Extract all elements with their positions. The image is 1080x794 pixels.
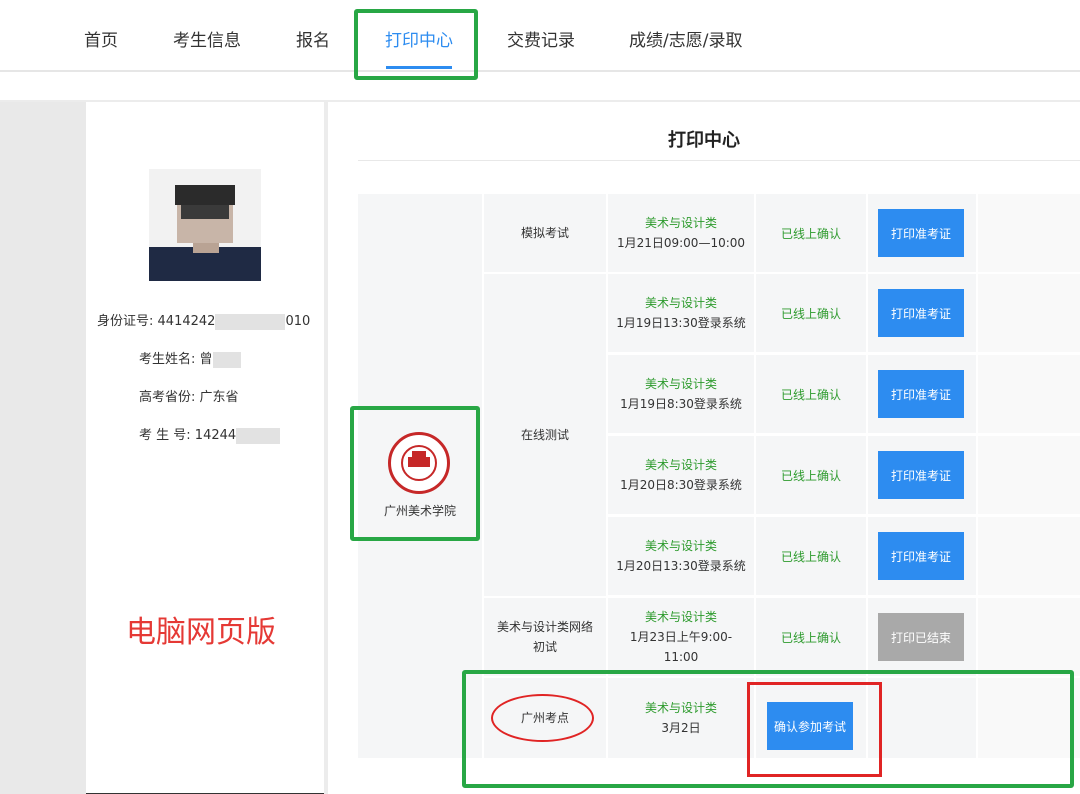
id-number-row: 身份证号: 4414242 010	[97, 310, 310, 330]
profile-panel: 身份证号: 4414242 010 考生姓名: 曾 高考省份: 广东省 考 生 号…	[86, 102, 324, 782]
schedule-cell: 美术与设计类 1月19日8:30登录系统	[608, 355, 754, 433]
empty-cell	[978, 517, 1080, 595]
exam-category: 美术与设计类	[644, 458, 717, 472]
status-cell: 已线上确认	[756, 355, 866, 433]
exam-number-row: 考 生 号: 14244	[139, 424, 281, 444]
empty-cell	[978, 194, 1080, 272]
annotation-box-confirm-button	[747, 682, 882, 777]
empty-cell	[978, 598, 1080, 676]
status-cell: 已线上确认	[756, 436, 866, 514]
status-badge: 已线上确认	[780, 468, 841, 483]
annotation-box-college	[350, 406, 480, 541]
schedule-cell: 美术与设计类 1月21日09:00—10:00	[608, 194, 754, 272]
status-cell: 已线上确认	[756, 194, 866, 272]
status-badge: 已线上确认	[780, 549, 841, 564]
annotation-ellipse-exam-site	[491, 694, 594, 742]
redaction-mask	[236, 427, 281, 444]
exam-type-cell: 模拟考试	[484, 194, 606, 272]
name-label: 考生姓名:	[139, 352, 196, 367]
id-number-suffix: 010	[285, 314, 311, 329]
exam-time: 1月19日13:30登录系统	[616, 316, 746, 330]
exam-category: 美术与设计类	[644, 377, 717, 391]
status-badge: 已线上确认	[780, 387, 841, 402]
exam-category: 美术与设计类	[644, 296, 717, 310]
schedule-cell: 美术与设计类 1月20日13:30登录系统	[608, 517, 754, 595]
header-band	[0, 72, 1080, 102]
exam-number-label: 考 生 号:	[139, 428, 191, 443]
nav-scores-admission[interactable]: 成绩/志愿/录取	[629, 26, 742, 51]
id-number-prefix: 4414242	[157, 314, 216, 329]
id-number-label: 身份证号:	[97, 314, 154, 329]
exam-category: 美术与设计类	[644, 610, 717, 624]
exam-category: 美术与设计类	[644, 216, 717, 230]
exam-time: 1月20日8:30登录系统	[620, 478, 742, 492]
schedule-cell: 美术与设计类 1月19日13:30登录系统	[608, 274, 754, 352]
exam-time: 1月21日09:00—10:00	[616, 236, 746, 250]
status-badge: 已线上确认	[780, 306, 841, 321]
print-admission-ticket-button[interactable]: 打印准考证	[878, 451, 964, 499]
exam-type: 模拟考试	[520, 226, 569, 240]
empty-cell	[978, 436, 1080, 514]
title-divider	[358, 160, 1080, 161]
province-value: 广东省	[199, 390, 239, 405]
print-ended-button: 打印已结束	[878, 613, 964, 661]
exam-type: 在线测试	[520, 428, 569, 442]
exam-time: 1月20日13:30登录系统	[616, 559, 746, 573]
status-badge: 已线上确认	[780, 630, 841, 645]
status-badge: 已线上确认	[780, 226, 841, 241]
exam-type-cell: 在线测试	[484, 274, 606, 596]
nav-registration[interactable]: 报名	[296, 26, 330, 51]
status-cell: 已线上确认	[756, 517, 866, 595]
status-cell: 已线上确认	[756, 274, 866, 352]
empty-cell	[978, 274, 1080, 352]
name-row: 考生姓名: 曾	[139, 348, 241, 368]
exam-time: 1月19日8:30登录系统	[620, 397, 742, 411]
print-admission-ticket-button[interactable]: 打印准考证	[878, 209, 964, 257]
print-admission-ticket-button[interactable]: 打印准考证	[878, 370, 964, 418]
status-cell: 已线上确认	[756, 598, 866, 676]
left-gutter	[0, 102, 86, 794]
name-value: 曾	[199, 352, 213, 367]
nav-home[interactable]: 首页	[84, 26, 118, 51]
avatar	[149, 169, 261, 281]
redaction-mask	[212, 351, 241, 368]
schedule-cell: 美术与设计类 1月20日8:30登录系统	[608, 436, 754, 514]
print-admission-ticket-button[interactable]: 打印准考证	[878, 532, 964, 580]
province-row: 高考省份: 广东省	[139, 386, 239, 405]
top-nav: 首页 考生信息 报名 打印中心 交费记录 成绩/志愿/录取	[0, 0, 1080, 72]
print-admission-ticket-button[interactable]: 打印准考证	[878, 289, 964, 337]
page-title: 打印中心	[668, 130, 740, 151]
empty-cell	[978, 355, 1080, 433]
exam-type-cell: 美术与设计类网络初试	[484, 598, 606, 676]
exam-category: 美术与设计类	[644, 539, 717, 553]
exam-number-value: 14244	[194, 428, 237, 443]
exam-type: 美术与设计类网络初试	[496, 620, 593, 654]
nav-payment-records[interactable]: 交费记录	[507, 26, 575, 51]
annotation-box-print-center-tab	[354, 9, 478, 80]
nav-candidate-info[interactable]: 考生信息	[173, 26, 241, 51]
schedule-cell: 美术与设计类 1月23日上午9:00-11:00	[608, 598, 754, 676]
redaction-mask	[215, 313, 286, 330]
province-label: 高考省份:	[139, 390, 196, 405]
version-annotation: 电脑网页版	[126, 615, 276, 650]
exam-time: 1月23日上午9:00-11:00	[629, 630, 733, 664]
